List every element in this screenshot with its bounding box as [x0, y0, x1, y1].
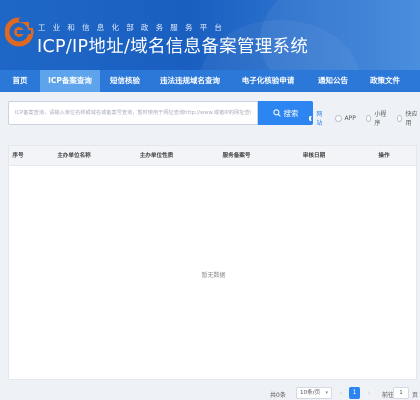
nav-item-sms-verify[interactable]: 短信核验 — [100, 70, 150, 92]
radio-website[interactable]: 网站 — [308, 109, 325, 127]
column-header-actions: 操作 — [378, 153, 390, 159]
radio-label: APP — [344, 114, 356, 122]
goto-page-input[interactable]: 1 — [393, 387, 409, 399]
radio-label: 网站 — [316, 111, 323, 127]
empty-state-text: 暂无数据 — [201, 272, 226, 279]
radio-dot — [334, 114, 342, 122]
header-banner: 工业和信息化部政务服务平台 ICP/IP地址/域名信息备案管理系统 — [0, 0, 420, 70]
next-page-button[interactable]: › — [364, 387, 374, 399]
column-header-index: 序号 — [12, 153, 24, 159]
page-size-value: 10条/页 — [300, 390, 321, 396]
page-size-select[interactable]: 10条/页 ▾ — [296, 387, 332, 399]
radio-dot — [396, 114, 403, 122]
column-header-record-number: 服务备案号 — [222, 153, 251, 159]
radio-mini-program[interactable]: 小程序 — [365, 109, 387, 127]
total-count: 共0条 — [270, 392, 286, 399]
radio-quick-app[interactable]: 快应用 — [396, 109, 418, 127]
nav-item-e-verify-apply[interactable]: 电子化核验申请 — [230, 70, 306, 92]
prev-page-button[interactable]: ‹ — [336, 387, 346, 399]
nav-item-home[interactable]: 首页 — [0, 70, 40, 92]
page-unit-label: 页 — [412, 392, 419, 399]
nav-item-icp-query[interactable]: ICP备案查询 — [40, 70, 100, 92]
table-header: 序号 主办单位名称 主办单位性质 服务备案号 审核日期 操作 — [9, 146, 416, 166]
nav-item-policies[interactable]: 政策文件 — [360, 70, 410, 92]
nav-item-illegal-domain-query[interactable]: 违法违规域名查询 — [150, 70, 230, 92]
page-title: ICP/IP地址/域名信息备案管理系统 — [37, 37, 309, 57]
column-header-org-type: 主办单位性质 — [139, 153, 174, 159]
search-button[interactable]: 搜索 — [258, 101, 313, 125]
pagination: 共0条 10条/页 ▾ ‹ 1 › 前往 1 页 — [0, 386, 420, 400]
miit-logo-icon — [5, 17, 34, 47]
radio-dot — [308, 114, 314, 122]
main-nav: 首页 ICP备案查询 短信核验 违法违规域名查询 电子化核验申请 通知公告 政策… — [0, 70, 420, 92]
page-number-current[interactable]: 1 — [349, 387, 360, 399]
site-subtitle: 工业和信息化部政务服务平台 — [38, 23, 230, 32]
column-header-review-date: 审核日期 — [302, 153, 326, 159]
type-radio-group: 网站 APP 小程序 快应用 — [308, 109, 418, 127]
column-header-org-name: 主办单位名称 — [57, 153, 91, 159]
search-input[interactable] — [8, 101, 258, 125]
search-button-label: 搜索 — [283, 108, 299, 118]
nav-item-notices[interactable]: 通知公告 — [306, 70, 360, 92]
chevron-down-icon: ▾ — [325, 390, 328, 396]
radio-app[interactable]: APP — [334, 114, 356, 122]
results-table: 序号 主办单位名称 主办单位性质 服务备案号 审核日期 操作 暂无数据 — [8, 145, 417, 380]
radio-label: 快应用 — [405, 111, 418, 127]
radio-dot — [365, 114, 372, 122]
search-bar: 搜索 网站 APP 小程序 快应用 — [8, 101, 418, 127]
radio-label: 小程序 — [374, 111, 387, 127]
search-icon — [272, 109, 281, 117]
